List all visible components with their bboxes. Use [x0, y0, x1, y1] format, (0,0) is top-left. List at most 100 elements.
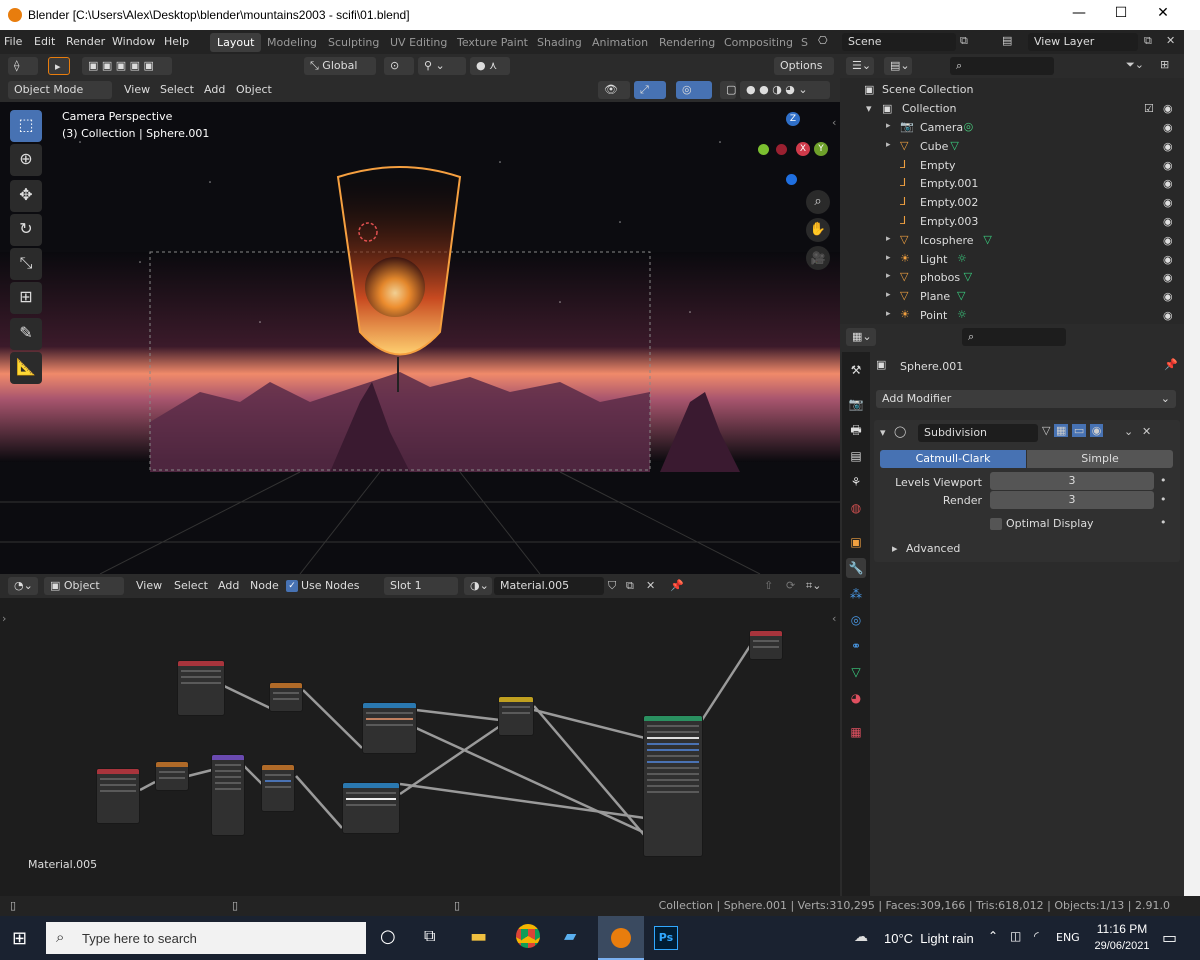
minimize-button[interactable]: — [1068, 5, 1090, 25]
eye-icon[interactable]: ◉ [1163, 271, 1176, 284]
transform-icon[interactable]: ⊞ [10, 282, 42, 314]
material-tab-icon[interactable]: ◕ [846, 688, 866, 708]
camera-data-icon[interactable]: ◎ [964, 120, 974, 133]
mesh-data-icon[interactable]: ▽ [964, 270, 972, 283]
select-box-icon[interactable]: ⬚ [10, 110, 42, 142]
catmull-clark-button[interactable]: Catmull-Clark [880, 450, 1026, 468]
light-data-icon[interactable]: ☼ [957, 252, 967, 265]
expand-chevron-icon[interactable]: ▸ [886, 253, 891, 263]
remove-layer-icon[interactable]: ✕ [1166, 34, 1175, 47]
proportional-edit-icon[interactable]: ● ⋏ [470, 57, 510, 75]
output-tab-icon[interactable]: 🖶 [846, 420, 866, 440]
transform-pivot-icon[interactable]: ⟠ [8, 57, 38, 75]
panel-collapse-icon[interactable]: ▾ [880, 426, 886, 439]
xray-toggle-icon[interactable]: ▢ [720, 81, 736, 99]
copy-layer-icon[interactable]: ⧉ [1144, 34, 1152, 48]
node-mapping[interactable] [269, 682, 303, 712]
parent-node-icon[interactable]: ⇧ [764, 579, 773, 592]
light-data-icon[interactable]: ☼ [957, 308, 967, 321]
eye-icon[interactable]: ◉ [1163, 196, 1176, 209]
outliner-item-phobos[interactable]: ▸ ▽ phobos ▽ ◉ [840, 268, 1184, 287]
node-texcoord-2[interactable] [96, 768, 140, 824]
tab-shading[interactable]: Shading [530, 33, 589, 52]
gizmo-neg-z[interactable] [786, 174, 797, 185]
gizmo-neg-y[interactable] [758, 144, 769, 155]
mesh-data-icon[interactable]: ▽ [950, 139, 958, 152]
node-menu-select[interactable]: Select [168, 577, 208, 595]
menu-window[interactable]: Window [112, 35, 155, 48]
use-nodes-checkbox[interactable]: ✓ [286, 580, 298, 592]
tab-rendering[interactable]: Rendering [652, 33, 722, 52]
viewport-menu-view[interactable]: View [118, 81, 150, 99]
maximize-button[interactable]: ☐ [1110, 5, 1132, 25]
expand-chevron-icon[interactable]: ▸ [886, 121, 891, 131]
animate-dot-icon[interactable]: • [1160, 493, 1167, 506]
levels-viewport-field[interactable]: 3 [990, 472, 1154, 490]
world-tab-icon[interactable]: ◍ [846, 498, 866, 518]
outliner-search-input[interactable]: ⌕ [950, 57, 1054, 75]
object-tab-icon[interactable]: ▣ [846, 532, 866, 552]
modifier-toggles-icon[interactable]: ▽ ▦ ▭ ◉ [1042, 424, 1122, 442]
outliner-item-point[interactable]: ▸ ☀ Point ☼ ◉ [840, 306, 1184, 325]
gizmo-z-axis[interactable]: Z [786, 112, 800, 126]
view-layer-tab-icon[interactable]: ▤ [846, 446, 866, 466]
eye-icon[interactable]: ◉ [1163, 140, 1176, 153]
scene-field[interactable]: Scene [842, 33, 956, 51]
options-dropdown[interactable]: Options [774, 57, 834, 75]
tab-uv-editing[interactable]: UV Editing [383, 33, 454, 52]
blender-taskbar-button[interactable] [598, 916, 644, 960]
shader-node-editor[interactable]: Material.005 › ‹ [0, 598, 840, 896]
eye-icon[interactable]: ◉ [1163, 121, 1176, 134]
node-mapping-2[interactable] [155, 761, 189, 791]
simple-button[interactable]: Simple [1027, 450, 1173, 468]
tab-animation[interactable]: Animation [585, 33, 655, 52]
node-color-ramp[interactable] [342, 782, 400, 834]
data-tab-icon[interactable]: ▽ [846, 662, 866, 682]
mesh-data-icon[interactable]: ▽ [957, 289, 965, 302]
overlay-toggle-icon[interactable]: ◎ [676, 81, 712, 99]
pin-icon[interactable]: 📌 [670, 579, 684, 592]
tab-texture-paint[interactable]: Texture Paint [450, 33, 535, 52]
expand-chevron-icon[interactable]: ▸ [886, 309, 891, 319]
collection-row[interactable]: ▾ ▣ Collection ☑ ◉ [840, 99, 1184, 118]
modifier-name-field[interactable]: Subdivision [918, 424, 1038, 442]
taskbar-search-box[interactable]: ⌕ Type here to search [46, 922, 366, 954]
gizmo-x-axis[interactable]: X [796, 142, 810, 156]
pin-icon[interactable]: 📌 [1164, 358, 1178, 371]
outliner-item-plane[interactable]: ▸ ▽ Plane ▽ ◉ [840, 287, 1184, 306]
outliner-item-empty-002[interactable]: ⅃ Empty.002 ◉ [840, 193, 1184, 212]
outliner-item-empty-003[interactable]: ⅃ Empty.003 ◉ [840, 212, 1184, 231]
node-material-output[interactable] [749, 630, 783, 660]
render-levels-field[interactable]: 3 [990, 491, 1154, 509]
clock-date[interactable]: 29/06/2021 [1090, 940, 1154, 952]
snap-node-icon[interactable]: ⟳ [786, 579, 795, 592]
select-mode-icon[interactable]: ▸ [48, 57, 70, 75]
outliner-item-light[interactable]: ▸ ☀ Light ☼ ◉ [840, 250, 1184, 269]
fake-user-icon[interactable]: ⛉ [608, 579, 616, 593]
node-vector-math[interactable] [211, 754, 245, 836]
menu-file[interactable]: File [4, 35, 22, 48]
network-icon[interactable]: ◜ [1034, 929, 1039, 943]
modifier-tab-icon[interactable]: 🔧 [846, 558, 866, 578]
scene-tab-icon[interactable]: ⚘ [846, 472, 866, 492]
rotate-icon[interactable]: ↻ [10, 214, 42, 246]
shading-modes-icon[interactable]: ● ● ◑ ◕ ⌄ [740, 81, 830, 99]
menu-help[interactable]: Help [164, 35, 189, 48]
viewport-menu-select[interactable]: Select [154, 81, 194, 99]
menu-edit[interactable]: Edit [34, 35, 55, 48]
expand-chevron-icon[interactable]: ▸ [886, 290, 891, 300]
viewport-menu-object[interactable]: Object [230, 81, 272, 99]
tool-tab-icon[interactable]: ⚒ [846, 360, 866, 380]
eye-icon[interactable]: ◉ [1163, 234, 1176, 247]
duplicate-material-icon[interactable]: ⧉ [626, 579, 634, 593]
selection-modes-icon[interactable]: ▣ ▣ ▣ ▣ ▣ [82, 57, 172, 75]
advanced-label[interactable]: Advanced [906, 542, 960, 555]
pivot-point-icon[interactable]: ⊙ [384, 57, 414, 75]
menu-render[interactable]: Render [66, 35, 105, 48]
remove-modifier-icon[interactable]: ✕ [1142, 425, 1151, 438]
gizmo-neg-x[interactable] [776, 144, 787, 155]
visibility-icon[interactable]: 👁 [598, 81, 630, 99]
physics-tab-icon[interactable]: ◎ [846, 610, 866, 630]
outliner-item-icosphere[interactable]: ▸ ▽ Icosphere ▽ ◉ [840, 231, 1184, 250]
properties-editor-icon[interactable]: ▦⌄ [846, 328, 876, 346]
